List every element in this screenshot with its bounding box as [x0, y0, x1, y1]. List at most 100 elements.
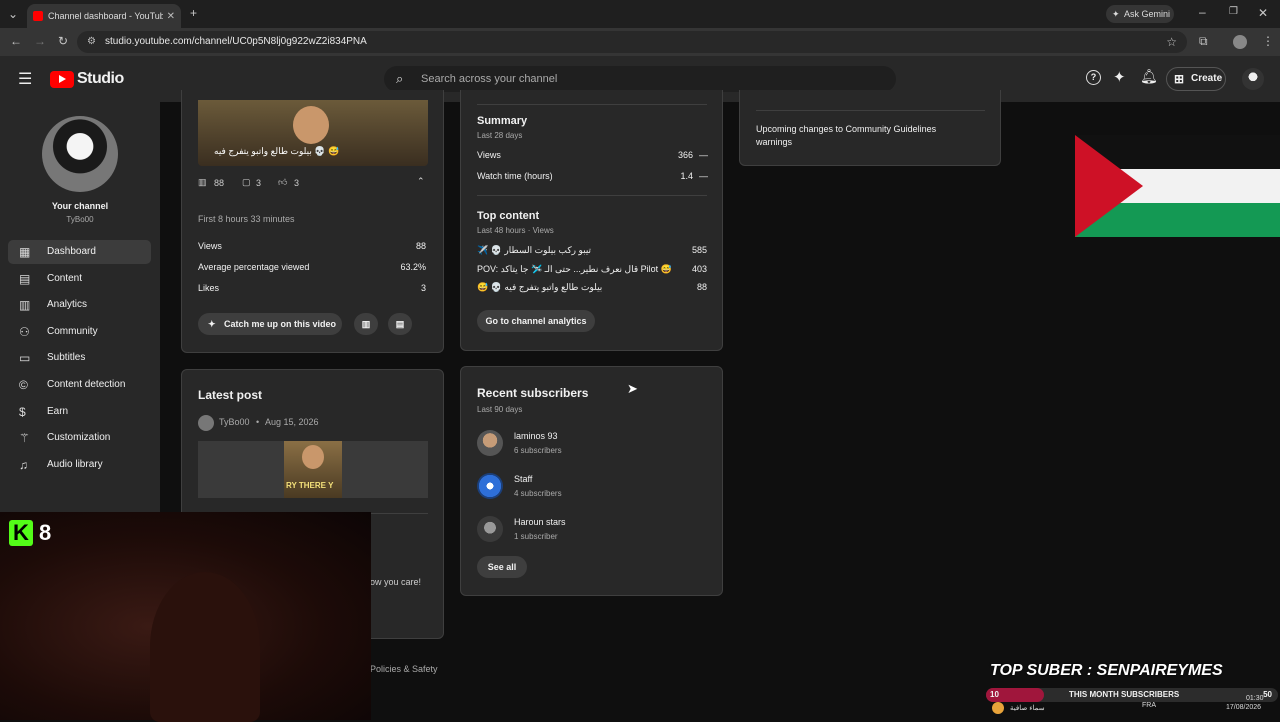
latest-video-card: بيلوت طالع واتبو يتفرج فيه 💀 😅 ▥ 88 ▢ 3 …: [181, 90, 444, 353]
subtitles-icon: ▭: [19, 351, 31, 365]
browser-tab[interactable]: Channel dashboard - YouTube Studio ✕: [27, 4, 181, 28]
kick-logo-icon: K: [9, 520, 33, 546]
policies-safety-link[interactable]: Policies & Safety: [370, 664, 438, 674]
tab-search-icon[interactable]: ⌄: [8, 7, 18, 21]
news-item-title[interactable]: Upcoming changes to Community Guidelines…: [756, 123, 966, 149]
channel-avatar[interactable]: [42, 116, 118, 192]
language-indicator[interactable]: FRA: [1142, 702, 1156, 709]
summary-trend-watch-time: —: [699, 171, 708, 181]
top-content-views: 403: [691, 264, 707, 274]
copyright-icon: ©: [19, 378, 28, 392]
sidebar-item-label: Content detection: [47, 379, 126, 390]
recent-subscribers-title: Recent subscribers: [477, 386, 589, 400]
stat-value-likes: 3: [420, 283, 426, 293]
site-info-icon[interactable]: ⚙: [87, 31, 96, 53]
your-channel-label: Your channel: [51, 201, 109, 211]
video-thumbnail[interactable]: بيلوت طالع واتبو يتفرج فيه 💀 😅: [198, 100, 428, 166]
video-comments-button[interactable]: ▤: [388, 313, 412, 335]
post-author: TyBo00: [219, 417, 250, 427]
top-content-item[interactable]: POV: قال نعرف نطير... حتى الـ 🛩️ جا يتاك…: [477, 264, 672, 275]
sidebar-item-earn[interactable]: $ Earn: [8, 400, 151, 424]
sidebar-item-label: Audio library: [47, 459, 103, 470]
sidebar-item-content-detection[interactable]: © Content detection: [8, 373, 151, 397]
studio-logo[interactable]: Studio: [50, 70, 124, 88]
youtube-logo-icon: [50, 70, 74, 88]
sidebar-item-label: Dashboard: [47, 246, 96, 257]
sidebar-item-analytics[interactable]: ▥ Analytics: [8, 293, 151, 317]
news-card: Upcoming changes to Community Guidelines…: [739, 90, 1001, 166]
analytics-divider: [477, 104, 707, 105]
browser-tab-strip: ⌄ Channel dashboard - YouTube Studio ✕ +…: [0, 0, 1280, 28]
studio-logo-text: Studio: [77, 70, 124, 87]
stat-value-avg-viewed: 63.2%: [400, 262, 426, 272]
post-image-frame[interactable]: RY THERE Y: [198, 441, 428, 498]
sidebar-item-subtitles[interactable]: ▭ Subtitles: [8, 346, 151, 370]
sidebar-item-label: Customization: [47, 432, 111, 443]
minimize-icon[interactable]: –: [1199, 5, 1206, 19]
sidebar-item-content[interactable]: ▤ Content: [8, 267, 151, 291]
subscriber-avatar[interactable]: [477, 516, 503, 542]
news-divider: [756, 110, 985, 111]
subscriber-avatar[interactable]: [477, 473, 503, 499]
close-window-icon[interactable]: ✕: [1258, 6, 1268, 20]
new-tab-icon[interactable]: +: [190, 6, 197, 20]
reload-icon[interactable]: ↻: [58, 34, 68, 48]
forward-icon[interactable]: →: [34, 34, 46, 48]
collapse-chevron-icon[interactable]: ⌃: [417, 176, 425, 187]
channel-analytics-card: Summary Last 28 days Views 366 — Watch t…: [460, 90, 723, 351]
subscriber-name[interactable]: laminos 93: [514, 431, 558, 441]
post-author-avatar: [198, 415, 214, 431]
search-placeholder: Search across your channel: [421, 73, 558, 85]
top-content-item[interactable]: 😅 💀 بيلوت طالع واتبو يتفرج فيه: [477, 282, 602, 293]
catch-me-up-button[interactable]: ✦ Catch me up on this video: [198, 313, 342, 335]
sidebar-item-label: Community: [47, 326, 98, 337]
create-button[interactable]: ⊞ Create: [1166, 67, 1226, 91]
hamburger-menu-icon[interactable]: ☰: [18, 69, 32, 89]
account-avatar[interactable]: [1242, 68, 1264, 90]
weather-sun-icon: [992, 702, 1004, 714]
sidebar-item-customization[interactable]: ⚚ Customization: [8, 426, 151, 450]
subscriber-goal-bar: 10 THIS MONTH SUBSCRIBERS 50: [986, 688, 1278, 702]
sidebar-item-dashboard[interactable]: ▦ Dashboard: [8, 240, 151, 264]
see-all-subscribers-button[interactable]: See all: [477, 556, 527, 578]
webcam-overlay: [0, 512, 371, 722]
weather-text: سماء صافية: [1010, 705, 1045, 712]
post-image-text: RY THERE Y: [286, 481, 334, 490]
close-tab-icon[interactable]: ✕: [167, 11, 175, 22]
post-image-person: [302, 445, 324, 469]
comments-count: 3: [256, 178, 262, 188]
help-icon[interactable]: ?: [1086, 70, 1101, 85]
thumbnail-person: [293, 106, 329, 144]
top-content-item[interactable]: ✈️ 💀 تيبو ركب بيلوت السطار: [477, 245, 591, 256]
video-analytics-button[interactable]: ▥: [354, 313, 378, 335]
kick-viewer-count: 8: [39, 520, 52, 545]
go-to-channel-analytics-button[interactable]: Go to channel analytics: [477, 310, 595, 332]
latest-post-title: Latest post: [198, 388, 263, 402]
maximize-icon[interactable]: ❐: [1229, 6, 1238, 17]
create-label: Create: [1191, 73, 1223, 84]
top-content-period: Last 48 hours · Views: [477, 226, 554, 235]
notifications-bell-icon[interactable]: 🔔︎: [1140, 68, 1158, 85]
subscriber-avatar[interactable]: [477, 430, 503, 456]
goal-label: THIS MONTH SUBSCRIBERS: [1069, 690, 1180, 699]
youtube-favicon-icon: [33, 11, 43, 21]
search-input[interactable]: ⌕ Search across your channel: [384, 66, 896, 92]
sidebar-item-audio-library[interactable]: ♫ Audio library: [8, 453, 151, 477]
subscriber-name[interactable]: Staff: [514, 474, 532, 484]
sidebar-item-label: Earn: [47, 406, 69, 417]
post-text-partial: ow you care!: [370, 577, 422, 587]
top-content-views: 585: [691, 245, 707, 255]
sparkle-icon[interactable]: ✦: [1113, 68, 1126, 86]
browser-menu-icon[interactable]: ⋮: [1262, 34, 1274, 48]
sidebar-item-community[interactable]: ⚇ Community: [8, 320, 151, 344]
profile-avatar-icon[interactable]: [1233, 35, 1247, 49]
back-icon[interactable]: ←: [10, 34, 22, 48]
bookmark-star-icon[interactable]: ☆: [1166, 31, 1177, 53]
ask-gemini-button[interactable]: ✦ Ask Gemini: [1106, 5, 1174, 23]
address-bar[interactable]: ⚙ studio.youtube.com/channel/UC0p5N8lj0g…: [77, 31, 1187, 53]
subscriber-name[interactable]: Haroun stars: [514, 517, 566, 527]
extensions-icon[interactable]: ⧉: [1199, 34, 1208, 49]
views-count: 88: [214, 178, 225, 188]
catch-me-up-label: Catch me up on this video: [224, 319, 337, 329]
top-content-views: 88: [696, 282, 707, 292]
